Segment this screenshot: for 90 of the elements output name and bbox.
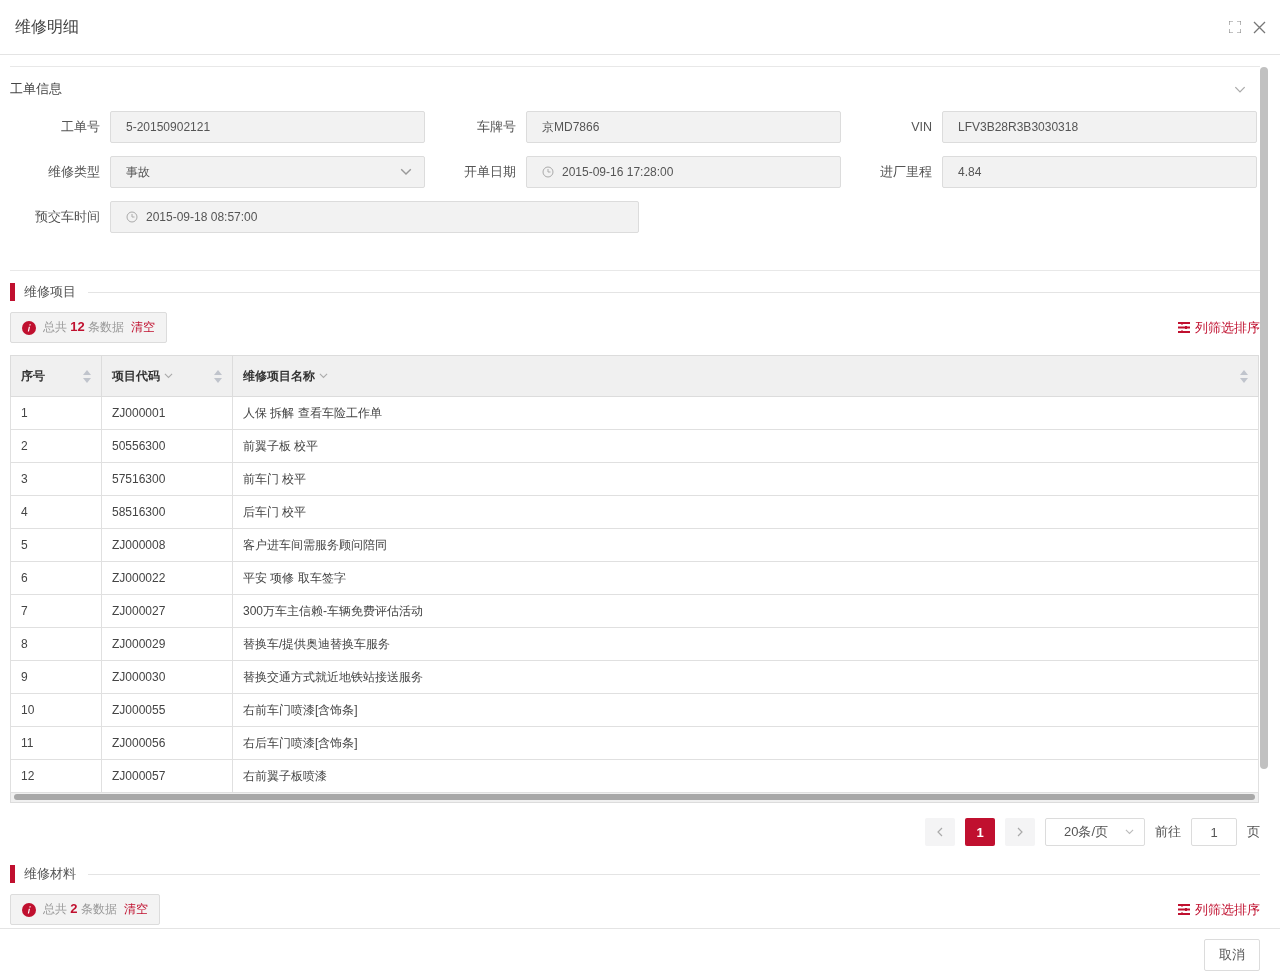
table-cell: 右后车门喷漆[含饰条] (232, 726, 1259, 760)
sort-icon[interactable] (214, 369, 222, 383)
table-cell: 右前翼子板喷漆 (232, 759, 1259, 793)
table-cell: 1 (10, 396, 102, 430)
sort-icon[interactable] (1240, 369, 1248, 383)
table-cell: ZJ000057 (101, 759, 233, 793)
caret-icon (1125, 829, 1134, 835)
table-cell: 58516300 (101, 495, 233, 529)
table-cell: 10 (10, 693, 102, 727)
section-title: 工单信息 (10, 80, 63, 98)
page-size-select[interactable]: 20条/页 (1045, 818, 1145, 846)
table-cell: ZJ000055 (101, 693, 233, 727)
chevron-left-icon (937, 827, 943, 837)
table-cell: ZJ000030 (101, 660, 233, 694)
sort-icon[interactable] (83, 369, 91, 383)
date-field[interactable]: 2015-09-16 17:28:00 (526, 156, 841, 188)
goto-label: 前往 (1155, 823, 1181, 841)
table-cell: ZJ000056 (101, 726, 233, 760)
input-field[interactable]: 4.84 (942, 156, 1257, 188)
table-cell: 平安 项修 取车签字 (232, 561, 1259, 595)
clock-icon (126, 211, 138, 223)
table-cell: 6 (10, 561, 102, 595)
table-cell: 2 (10, 429, 102, 463)
next-page-button[interactable] (1005, 818, 1035, 846)
record-count: 总共 12 条数据 (43, 319, 125, 336)
table-cell: 50556300 (101, 429, 233, 463)
clock-icon (542, 166, 554, 178)
table-cell: 人保 拆解 查看车险工作单 (232, 396, 1259, 430)
column-header[interactable]: 序号 (10, 355, 102, 397)
table-cell: ZJ000029 (101, 627, 233, 661)
sliders-icon (1178, 904, 1190, 915)
table-cell: 300万车主信赖-车辆免费评估活动 (232, 594, 1259, 628)
table-cell: ZJ000022 (101, 561, 233, 595)
cancel-button[interactable]: 取消 (1204, 938, 1260, 971)
page-input[interactable]: 1 (1191, 818, 1237, 846)
field-label: 进厂里程 (879, 163, 933, 181)
table-cell: 4 (10, 495, 102, 529)
table-cell: ZJ000008 (101, 528, 233, 562)
info-icon (22, 320, 36, 335)
table-cell: 12 (10, 759, 102, 793)
section-marker (10, 283, 15, 301)
field-label: 开单日期 (463, 163, 517, 181)
table-cell: 9 (10, 660, 102, 694)
table-cell: 3 (10, 462, 102, 496)
chevron-down-icon[interactable] (1234, 85, 1246, 93)
table-cell: 前翼子板 校平 (232, 429, 1259, 463)
input-field[interactable]: 5-20150902121 (110, 111, 425, 143)
field-label: 工单号 (60, 118, 101, 136)
sliders-icon (1178, 322, 1190, 333)
table-cell: 右前车门喷漆[含饰条] (232, 693, 1259, 727)
table-cell: 客户进车间需服务顾问陪同 (232, 528, 1259, 562)
column-settings-link[interactable]: 列筛选排序 (1178, 900, 1260, 919)
table-cell: 5 (10, 528, 102, 562)
section-title: 维修材料 (24, 865, 77, 883)
clear-link[interactable]: 清空 (123, 901, 148, 918)
table-cell: 替换车/提供奥迪替换车服务 (232, 627, 1259, 661)
field-label: 预交车时间 (34, 208, 101, 226)
field-label: 维修类型 (47, 163, 101, 181)
section-marker (10, 865, 15, 883)
table-cell: 57516300 (101, 462, 233, 496)
caret-icon (400, 168, 412, 176)
column-settings-link[interactable]: 列筛选排序 (1178, 318, 1260, 337)
table-cell: 后车门 校平 (232, 495, 1259, 529)
page-unit: 页 (1247, 823, 1260, 841)
field-label: VIN (910, 120, 933, 134)
table-cell: 前车门 校平 (232, 462, 1259, 496)
select-field[interactable]: 事故 (110, 156, 425, 188)
input-field[interactable]: LFV3B28R3B3030318 (942, 111, 1257, 143)
table-cell: 7 (10, 594, 102, 628)
date-field[interactable]: 2015-09-18 08:57:00 (110, 201, 639, 233)
previous-page-button[interactable] (925, 818, 955, 846)
record-count: 总共 2 条数据 (43, 901, 117, 918)
clear-link[interactable]: 清空 (131, 319, 156, 336)
dialog-title: 维修明细 (15, 16, 80, 37)
info-icon (22, 902, 36, 917)
table-cell: ZJ000027 (101, 594, 233, 628)
table-cell: 11 (10, 726, 102, 760)
table-cell: 8 (10, 627, 102, 661)
input-field[interactable]: 京MD7866 (526, 111, 841, 143)
fullscreen-icon[interactable] (1229, 21, 1241, 33)
chevron-right-icon (1017, 827, 1023, 837)
section-title: 维修项目 (24, 283, 77, 301)
column-header[interactable]: 维修项目名称 (232, 355, 1259, 397)
field-label: 车牌号 (476, 118, 517, 136)
table-cell: ZJ000001 (101, 396, 233, 430)
horizontal-scrollbar[interactable] (10, 793, 1259, 803)
page-button[interactable]: 1 (965, 818, 995, 846)
table-cell: 替换交通方式就近地铁站接送服务 (232, 660, 1259, 694)
close-icon[interactable] (1253, 20, 1266, 34)
column-header[interactable]: 项目代码 (101, 355, 233, 397)
